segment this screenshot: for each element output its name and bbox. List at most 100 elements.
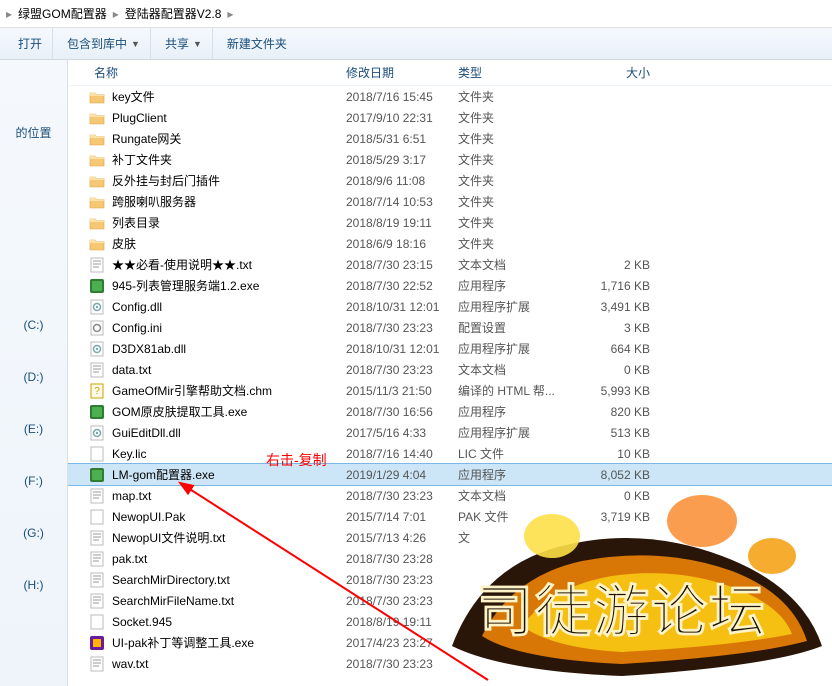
file-row[interactable]: 反外挂与封后门插件2018/9/6 11:08文件夹 [68,170,832,191]
file-row[interactable]: key文件2018/7/16 15:45文件夹 [68,86,832,107]
file-list-panel[interactable]: 名称 修改日期 类型 大小 key文件2018/7/16 15:45文件夹Plu… [68,60,832,686]
file-size: 5,993 KB [574,384,664,398]
file-icon [88,635,106,651]
file-name: key文件 [112,88,346,105]
file-name: GOM原皮肤提取工具.exe [112,403,346,420]
new-folder-button[interactable]: 新建文件夹 [217,28,297,59]
file-name: 皮肤 [112,235,346,252]
include-in-library-button[interactable]: 包含到库中 ▼ [57,28,151,59]
file-row[interactable]: pak.txt2018/7/30 23:28 [68,548,832,569]
file-size: 0 KB [574,489,664,503]
file-row[interactable]: UI-pak补丁等调整工具.exe2017/4/23 23:27应 [68,632,832,653]
file-date: 2018/7/30 23:23 [346,489,458,503]
file-name: map.txt [112,489,346,503]
file-name: NewopUI文件说明.txt [112,529,346,546]
file-name: D3DX81ab.dll [112,342,346,356]
file-size: 3,491 KB [574,300,664,314]
file-size: 664 KB [574,342,664,356]
file-row[interactable]: 补丁文件夹2018/5/29 3:17文件夹 [68,149,832,170]
file-type: 应用程序扩展 [458,424,574,441]
file-size: 3,719 KB [574,510,664,524]
file-row[interactable]: 列表目录2018/8/19 19:11文件夹 [68,212,832,233]
breadcrumb-item[interactable]: 登陆器配置器V2.8 [121,5,226,22]
drive-c[interactable]: (C:) [4,314,64,336]
file-row[interactable]: 跨服喇叭服务器2018/7/14 10:53文件夹 [68,191,832,212]
file-row[interactable]: Rungate网关2018/5/31 6:51文件夹 [68,128,832,149]
file-icon [88,509,106,525]
file-type: 文本文档 [458,256,574,273]
file-row[interactable]: GuiEditDll.dll2017/5/16 4:33应用程序扩展513 KB [68,422,832,443]
file-row[interactable]: SearchMirDirectory.txt2018/7/30 23:23 [68,569,832,590]
breadcrumb-item[interactable]: 绿盟GOM配置器 [14,5,111,22]
drive-e[interactable]: (E:) [4,418,64,440]
file-date: 2018/6/9 18:16 [346,237,458,251]
file-type: 文件夹 [458,88,574,105]
file-size: 8,052 KB [574,468,664,482]
file-row[interactable]: ★★必看-使用说明★★.txt2018/7/30 23:15文本文档2 KB [68,254,832,275]
folder-icon [88,152,106,168]
breadcrumb[interactable]: ▸ 绿盟GOM配置器 ▸ 登陆器配置器V2.8 ▸ [0,0,832,28]
file-row[interactable]: NewopUI.Pak2015/7/14 7:01PAK 文件3,719 KB [68,506,832,527]
folder-icon [88,194,106,210]
folder-icon [88,89,106,105]
column-name-header[interactable]: 名称 [88,64,346,81]
drive-g[interactable]: (G:) [4,522,64,544]
folder-icon [88,173,106,189]
drive-d[interactable]: (D:) [4,366,64,388]
open-button[interactable]: 打开 [8,28,53,59]
file-icon [88,530,106,546]
file-date: 2018/8/19 19:11 [346,216,458,230]
file-name: SearchMirDirectory.txt [112,573,346,587]
column-date-header[interactable]: 修改日期 [346,64,458,81]
file-row[interactable]: Config.dll2018/10/31 12:01应用程序扩展3,491 KB [68,296,832,317]
file-row[interactable]: ?GameOfMir引擎帮助文档.chm2015/11/3 21:50编译的 H… [68,380,832,401]
file-row[interactable]: LM-gom配置器.exe2019/1/29 4:04应用程序8,052 KB [68,464,832,485]
file-name: Rungate网关 [112,130,346,147]
file-row[interactable]: SearchMirFileName.txt2018/7/30 23:23 [68,590,832,611]
file-row[interactable]: wav.txt2018/7/30 23:23 [68,653,832,674]
file-date: 2018/7/30 22:52 [346,279,458,293]
file-date: 2015/7/13 4:26 [346,531,458,545]
file-type: 文件夹 [458,172,574,189]
drive-f[interactable]: (F:) [4,470,64,492]
file-name: data.txt [112,363,346,377]
file-row[interactable]: Socket.9452018/8/19 19:11 [68,611,832,632]
toolbar-label: 包含到库中 [67,35,127,52]
file-date: 2018/10/31 12:01 [346,342,458,356]
file-row[interactable]: GOM原皮肤提取工具.exe2018/7/30 16:56应用程序820 KB [68,401,832,422]
file-icon [88,341,106,357]
file-name: UI-pak补丁等调整工具.exe [112,634,346,651]
file-name: 补丁文件夹 [112,151,346,168]
chevron-right-icon: ▸ [4,7,14,21]
file-row[interactable]: data.txt2018/7/30 23:23文本文档0 KB [68,359,832,380]
file-name: Config.ini [112,321,346,335]
file-name: wav.txt [112,657,346,671]
folder-icon [88,236,106,252]
file-size: 2 KB [574,258,664,272]
file-date: 2018/5/29 3:17 [346,153,458,167]
chevron-right-icon: ▸ [225,7,235,21]
file-row[interactable]: Config.ini2018/7/30 23:23配置设置3 KB [68,317,832,338]
svg-text:?: ? [94,386,100,397]
file-date: 2018/7/16 15:45 [346,90,458,104]
drive-h[interactable]: (H:) [4,574,64,596]
file-row[interactable]: D3DX81ab.dll2018/10/31 12:01应用程序扩展664 KB [68,338,832,359]
file-icon [88,278,106,294]
chevron-down-icon: ▼ [193,39,202,49]
file-row[interactable]: NewopUI文件说明.txt2015/7/13 4:26文 [68,527,832,548]
column-size-header[interactable]: 大小 [574,64,664,81]
file-name: GameOfMir引擎帮助文档.chm [112,382,346,399]
column-type-header[interactable]: 类型 [458,64,574,81]
share-button[interactable]: 共享 ▼ [155,28,213,59]
file-row[interactable]: 皮肤2018/6/9 18:16文件夹 [68,233,832,254]
file-name: LM-gom配置器.exe [112,466,346,483]
file-row[interactable]: Key.lic2018/7/16 14:40LIC 文件10 KB [68,443,832,464]
file-icon [88,320,106,336]
file-row[interactable]: map.txt2018/7/30 23:23文本文档0 KB [68,485,832,506]
toolbar: 打开 包含到库中 ▼ 共享 ▼ 新建文件夹 [0,28,832,60]
file-row[interactable]: PlugClient2017/9/10 22:31文件夹 [68,107,832,128]
file-size: 513 KB [574,426,664,440]
file-row[interactable]: 945-列表管理服务端1.2.exe2018/7/30 22:52应用程序1,7… [68,275,832,296]
file-date: 2018/7/30 23:28 [346,552,458,566]
file-size: 1,716 KB [574,279,664,293]
